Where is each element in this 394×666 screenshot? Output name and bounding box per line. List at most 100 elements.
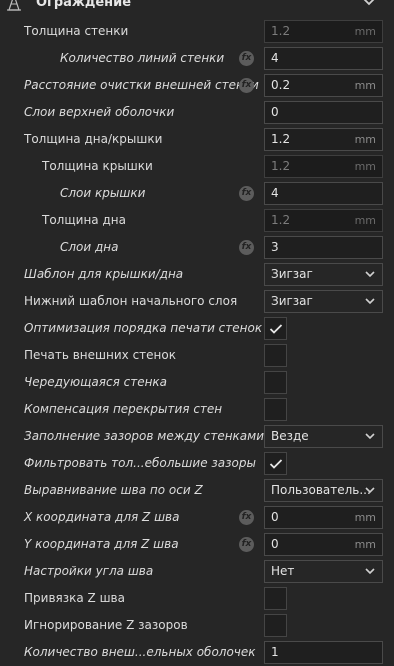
- setting-row: Количество внеш...ельных оболочек 1: [0, 639, 394, 666]
- setting-input[interactable]: 1.2 mm: [264, 20, 383, 43]
- setting-label: Слои верхней оболочки: [24, 105, 175, 119]
- setting-label: Чередующаяся стенка: [24, 375, 168, 389]
- setting-input-value: 1.2: [271, 213, 291, 227]
- chevron-down-icon: [365, 568, 375, 575]
- setting-dropdown[interactable]: Зигзаг: [264, 263, 383, 286]
- setting-label: Толщина дна/крышки: [24, 132, 163, 146]
- setting-input[interactable]: 1: [264, 641, 383, 664]
- setting-input-value: 1: [271, 645, 279, 659]
- setting-unit: mm: [354, 214, 376, 227]
- setting-checkbox[interactable]: [264, 452, 287, 475]
- setting-input-value: 0.2: [271, 78, 291, 92]
- setting-label: Компенсация перекрытия стен: [24, 402, 223, 416]
- section-header-shell[interactable]: Ограждение: [0, 0, 394, 14]
- setting-checkbox[interactable]: [264, 398, 287, 421]
- setting-row: Толщина дна/крышки 1.2 mm: [0, 126, 394, 153]
- chevron-down-icon: [365, 298, 375, 305]
- section-title: Ограждение: [36, 0, 132, 10]
- setting-row: Расстояние очистки внешней стенки fx 0.2 mm: [0, 72, 394, 99]
- setting-input-value: 1.2: [271, 24, 291, 38]
- setting-input-value: 0: [271, 537, 279, 551]
- setting-label: Y координата для Z шва: [24, 537, 179, 551]
- setting-dropdown[interactable]: Пользователь...: [264, 479, 383, 502]
- setting-row: Слои крышки fx 4: [0, 180, 394, 207]
- setting-unit: mm: [354, 79, 376, 92]
- setting-input[interactable]: 0 mm: [264, 506, 383, 529]
- setting-input[interactable]: 1.2 mm: [264, 155, 383, 178]
- formula-icon[interactable]: fx: [239, 537, 254, 552]
- setting-row: Нижний шаблон начального слоя Зигзаг: [0, 288, 394, 315]
- setting-input-value: 4: [271, 51, 279, 65]
- setting-input[interactable]: 0 mm: [264, 533, 383, 556]
- formula-icon[interactable]: fx: [239, 51, 254, 66]
- setting-input-value: 0: [271, 510, 279, 524]
- setting-unit: mm: [354, 511, 376, 524]
- setting-unit: mm: [354, 538, 376, 551]
- setting-label: Слои крышки: [60, 186, 146, 200]
- setting-row: X координата для Z шва fx 0 mm: [0, 504, 394, 531]
- checkmark-icon: [269, 459, 283, 469]
- setting-checkbox[interactable]: [264, 317, 287, 340]
- setting-row: Шаблон для крышки/дна Зигзаг: [0, 261, 394, 288]
- chevron-down-icon: [365, 271, 375, 278]
- setting-dropdown-value: Везде: [271, 429, 309, 443]
- setting-row: Количество линий стенки fx 4: [0, 45, 394, 72]
- setting-row: Печать внешних стенок: [0, 342, 394, 369]
- setting-dropdown-value: Пользователь...: [271, 483, 371, 497]
- formula-icon[interactable]: fx: [239, 78, 254, 93]
- setting-label: Расстояние очистки внешней стенки: [24, 78, 259, 92]
- setting-dropdown[interactable]: Зигзаг: [264, 290, 383, 313]
- setting-row: Толщина стенки 1.2 mm: [0, 18, 394, 45]
- setting-input[interactable]: 4: [264, 182, 383, 205]
- setting-checkbox[interactable]: [264, 344, 287, 367]
- setting-unit: mm: [354, 160, 376, 173]
- setting-dropdown-value: Зигзаг: [271, 267, 313, 281]
- setting-row: Оптимизация порядка печати стенок: [0, 315, 394, 342]
- setting-unit: mm: [354, 25, 376, 38]
- setting-dropdown[interactable]: Нет: [264, 560, 383, 583]
- formula-icon[interactable]: fx: [239, 510, 254, 525]
- setting-row: Компенсация перекрытия стен: [0, 396, 394, 423]
- setting-label: Толщина стенки: [24, 24, 129, 38]
- setting-dropdown-value: Нет: [271, 564, 295, 578]
- formula-icon[interactable]: fx: [239, 186, 254, 201]
- setting-row: Слои дна fx 3: [0, 234, 394, 261]
- setting-input-value: 1.2: [271, 132, 291, 146]
- setting-dropdown-value: Зигзаг: [271, 294, 313, 308]
- setting-label: Толщина крышки: [42, 159, 153, 173]
- setting-checkbox[interactable]: [264, 587, 287, 610]
- setting-row: Привязка Z шва: [0, 585, 394, 612]
- setting-label: Фильтровать тол...ебольшие зазоры: [24, 456, 256, 470]
- setting-label: Количество внеш...ельных оболочек: [24, 645, 256, 659]
- setting-input[interactable]: 3: [264, 236, 383, 259]
- setting-label: Игнорирование Z зазоров: [24, 618, 188, 632]
- setting-input[interactable]: 1.2 mm: [264, 209, 383, 232]
- setting-checkbox[interactable]: [264, 371, 287, 394]
- setting-input[interactable]: 1.2 mm: [264, 128, 383, 151]
- chevron-down-icon[interactable]: [362, 0, 376, 8]
- setting-label: Печать внешних стенок: [24, 348, 176, 362]
- setting-label: Нижний шаблон начального слоя: [24, 294, 238, 308]
- setting-dropdown[interactable]: Везде: [264, 425, 383, 448]
- setting-input[interactable]: 0: [264, 101, 383, 124]
- setting-label: Слои дна: [60, 240, 119, 254]
- setting-unit: mm: [354, 133, 376, 146]
- setting-label: Оптимизация порядка печати стенок: [24, 321, 263, 335]
- setting-row: Выравнивание шва по оси Z Пользователь...: [0, 477, 394, 504]
- setting-row: Заполнение зазоров между стенками Везде: [0, 423, 394, 450]
- formula-icon[interactable]: fx: [239, 240, 254, 255]
- setting-label: Толщина дна: [42, 213, 126, 227]
- setting-label: X координата для Z шва: [24, 510, 180, 524]
- chevron-down-icon: [365, 433, 375, 440]
- setting-label: Шаблон для крышки/дна: [24, 267, 184, 281]
- setting-checkbox[interactable]: [264, 614, 287, 637]
- setting-input-value: 1.2: [271, 159, 291, 173]
- setting-row: Игнорирование Z зазоров: [0, 612, 394, 639]
- setting-label: Настройки угла шва: [24, 564, 154, 578]
- setting-input[interactable]: 4: [264, 47, 383, 70]
- setting-row: Толщина дна 1.2 mm: [0, 207, 394, 234]
- setting-input[interactable]: 0.2 mm: [264, 74, 383, 97]
- setting-label: Выравнивание шва по оси Z: [24, 483, 203, 497]
- checkmark-icon: [269, 324, 283, 334]
- setting-row: Настройки угла шва Нет: [0, 558, 394, 585]
